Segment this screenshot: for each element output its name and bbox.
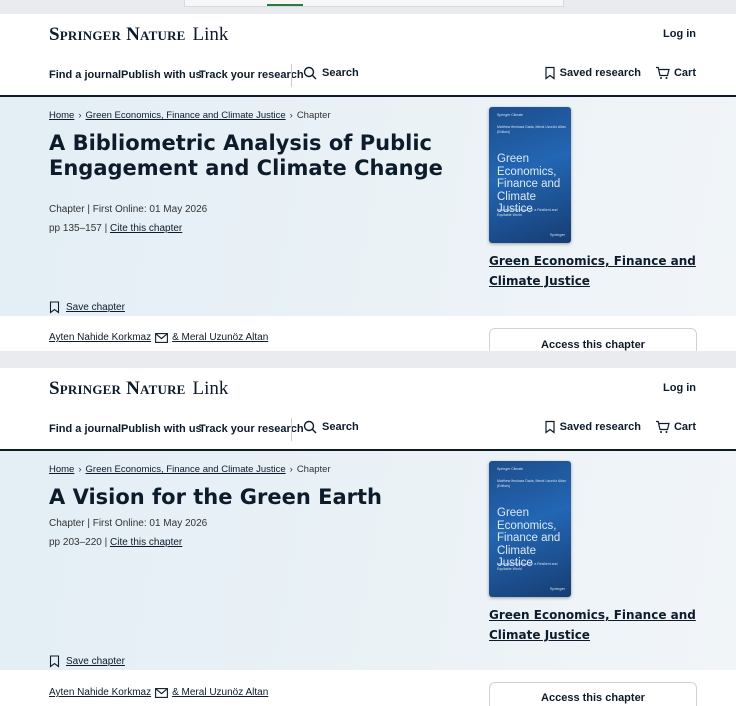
- book-title-link[interactable]: Green Economics, Finance and Climate Jus…: [489, 605, 709, 645]
- nav-find-journal[interactable]: Find a journal: [49, 69, 121, 81]
- author-link[interactable]: & Meral Uzunöz Altan: [172, 332, 268, 343]
- page-range: pp 135–157 |: [49, 223, 108, 234]
- login-link[interactable]: Log in: [663, 28, 696, 40]
- breadcrumb-current: Chapter: [296, 464, 331, 475]
- cart-icon[interactable]: [655, 420, 670, 434]
- breadcrumb-home[interactable]: Home: [49, 464, 74, 475]
- save-chapter-label: Save chapter: [66, 302, 125, 313]
- nav-divider: [291, 64, 292, 87]
- chapter-page-screenshot-1: Springer Nature Link Log in Find a journ…: [0, 14, 736, 351]
- breadcrumb: Home › Green Economics, Finance and Clim…: [49, 464, 331, 475]
- nav-right: Saved research Cart: [544, 420, 696, 434]
- bookmark-icon[interactable]: [544, 66, 556, 80]
- cover-editors: Matthew Ifeoluwa Dada, Meral Uzunöz Alta…: [497, 125, 566, 134]
- springer-nature-link-logo[interactable]: Springer Nature Link: [49, 24, 228, 46]
- loading-progress-bar: [267, 4, 303, 6]
- breadcrumb: Home › Green Economics, Finance and Clim…: [49, 110, 331, 121]
- nav-track-research[interactable]: Track your research: [199, 423, 304, 435]
- main-nav: Find a journal Publish with us Track you…: [0, 410, 736, 451]
- breadcrumb-chevron-icon: ›: [289, 110, 293, 121]
- book-cover-image[interactable]: Springer Climate Matthew Ifeoluwa Dada, …: [489, 461, 571, 597]
- author-list: Ayten Nahide Korkmaz & Meral Uzunöz Alta…: [49, 687, 268, 698]
- breadcrumb-chevron-icon: ›: [78, 110, 82, 121]
- author-link[interactable]: Ayten Nahide Korkmaz: [49, 332, 151, 343]
- save-chapter-button[interactable]: Save chapter: [49, 301, 125, 314]
- nav-track-research[interactable]: Track your research: [199, 69, 304, 81]
- browser-top-strip: [0, 0, 736, 14]
- search-button[interactable]: Search: [303, 420, 359, 434]
- springer-nature-link-logo[interactable]: Springer Nature Link: [49, 378, 228, 400]
- breadcrumb-book[interactable]: Green Economics, Finance and Climate Jus…: [86, 110, 286, 121]
- mail-icon[interactable]: [155, 687, 169, 698]
- book-title-link[interactable]: Green Economics, Finance and Climate Jus…: [489, 251, 709, 291]
- cart-link[interactable]: Cart: [674, 421, 696, 433]
- login-link[interactable]: Log in: [663, 382, 696, 394]
- author-list: Ayten Nahide Korkmaz & Meral Uzunöz Alta…: [49, 332, 268, 343]
- nav-find-journal[interactable]: Find a journal: [49, 423, 121, 435]
- chapter-page-screenshot-2: Springer Nature Link Log in Find a journ…: [0, 368, 736, 706]
- chapter-meta: Chapter | First Online: 01 May 2026: [49, 204, 208, 215]
- breadcrumb-home[interactable]: Home: [49, 110, 74, 121]
- cover-editors: Matthew Ifeoluwa Dada, Meral Uzunöz Alta…: [497, 479, 566, 488]
- bookmark-icon: [49, 655, 60, 668]
- mail-icon[interactable]: [155, 332, 169, 343]
- breadcrumb-chevron-icon: ›: [289, 464, 293, 475]
- nav-divider: [291, 418, 292, 441]
- site-header: Springer Nature Link Log in: [0, 368, 736, 411]
- chapter-hero: Home › Green Economics, Finance and Clim…: [0, 97, 736, 316]
- breadcrumb-book[interactable]: Green Economics, Finance and Climate Jus…: [86, 464, 286, 475]
- author-link[interactable]: & Meral Uzunöz Altan: [172, 687, 268, 698]
- brand-name: Springer Nature: [49, 24, 186, 45]
- main-nav: Find a journal Publish with us Track you…: [0, 56, 736, 97]
- breadcrumb-chevron-icon: ›: [78, 464, 82, 475]
- nav-publish[interactable]: Publish with us: [121, 423, 202, 435]
- search-icon: [303, 420, 317, 434]
- saved-research-link[interactable]: Saved research: [560, 67, 641, 79]
- cover-publisher: Springer: [549, 586, 565, 591]
- search-label: Search: [322, 421, 359, 433]
- author-link[interactable]: Ayten Nahide Korkmaz: [49, 687, 151, 698]
- brand-name: Springer Nature: [49, 378, 186, 399]
- chapter-title: A Vision for the Green Earth: [49, 485, 383, 509]
- cover-title: Green Economics, Finance and Climate Jus…: [497, 507, 561, 569]
- cover-title: Green Economics, Finance and Climate Jus…: [497, 153, 561, 215]
- site-header: Springer Nature Link Log in: [0, 14, 736, 57]
- address-bar[interactable]: [184, 0, 564, 7]
- chapter-meta: Chapter | First Online: 01 May 2026: [49, 518, 208, 529]
- bookmark-icon: [49, 301, 60, 314]
- book-cover-image[interactable]: Springer Climate Matthew Ifeoluwa Dada, …: [489, 107, 571, 243]
- nav-right: Saved research Cart: [544, 66, 696, 80]
- search-button[interactable]: Search: [303, 66, 359, 80]
- page-range: pp 203–220 |: [49, 537, 108, 548]
- cover-series: Springer Climate: [497, 467, 524, 471]
- cover-subtitle: Innovative Solutions for a Resilient and…: [497, 208, 558, 217]
- cover-subtitle: Innovative Solutions for a Resilient and…: [497, 562, 558, 571]
- nav-publish[interactable]: Publish with us: [121, 69, 202, 81]
- saved-research-link[interactable]: Saved research: [560, 421, 641, 433]
- cite-chapter-link[interactable]: Cite this chapter: [110, 223, 182, 234]
- breadcrumb-current: Chapter: [296, 110, 331, 121]
- chapter-pages-line: pp 135–157 | Cite this chapter: [49, 223, 182, 234]
- access-chapter-button[interactable]: Access this chapter: [489, 328, 697, 351]
- chapter-title: A Bibliometric Analysis of Public Engage…: [49, 131, 443, 180]
- chapter-hero: Home › Green Economics, Finance and Clim…: [0, 451, 736, 670]
- cart-link[interactable]: Cart: [674, 67, 696, 79]
- brand-product: Link: [192, 378, 229, 399]
- brand-product: Link: [192, 24, 229, 45]
- bookmark-icon[interactable]: [544, 420, 556, 434]
- cover-series: Springer Climate: [497, 113, 524, 117]
- search-icon: [303, 66, 317, 80]
- cite-chapter-link[interactable]: Cite this chapter: [110, 537, 182, 548]
- save-chapter-label: Save chapter: [66, 656, 125, 667]
- cart-icon[interactable]: [655, 66, 670, 80]
- save-chapter-button[interactable]: Save chapter: [49, 655, 125, 668]
- access-chapter-button[interactable]: Access this chapter: [489, 682, 697, 706]
- search-label: Search: [322, 67, 359, 79]
- chapter-pages-line: pp 203–220 | Cite this chapter: [49, 537, 182, 548]
- cover-publisher: Springer: [549, 232, 565, 237]
